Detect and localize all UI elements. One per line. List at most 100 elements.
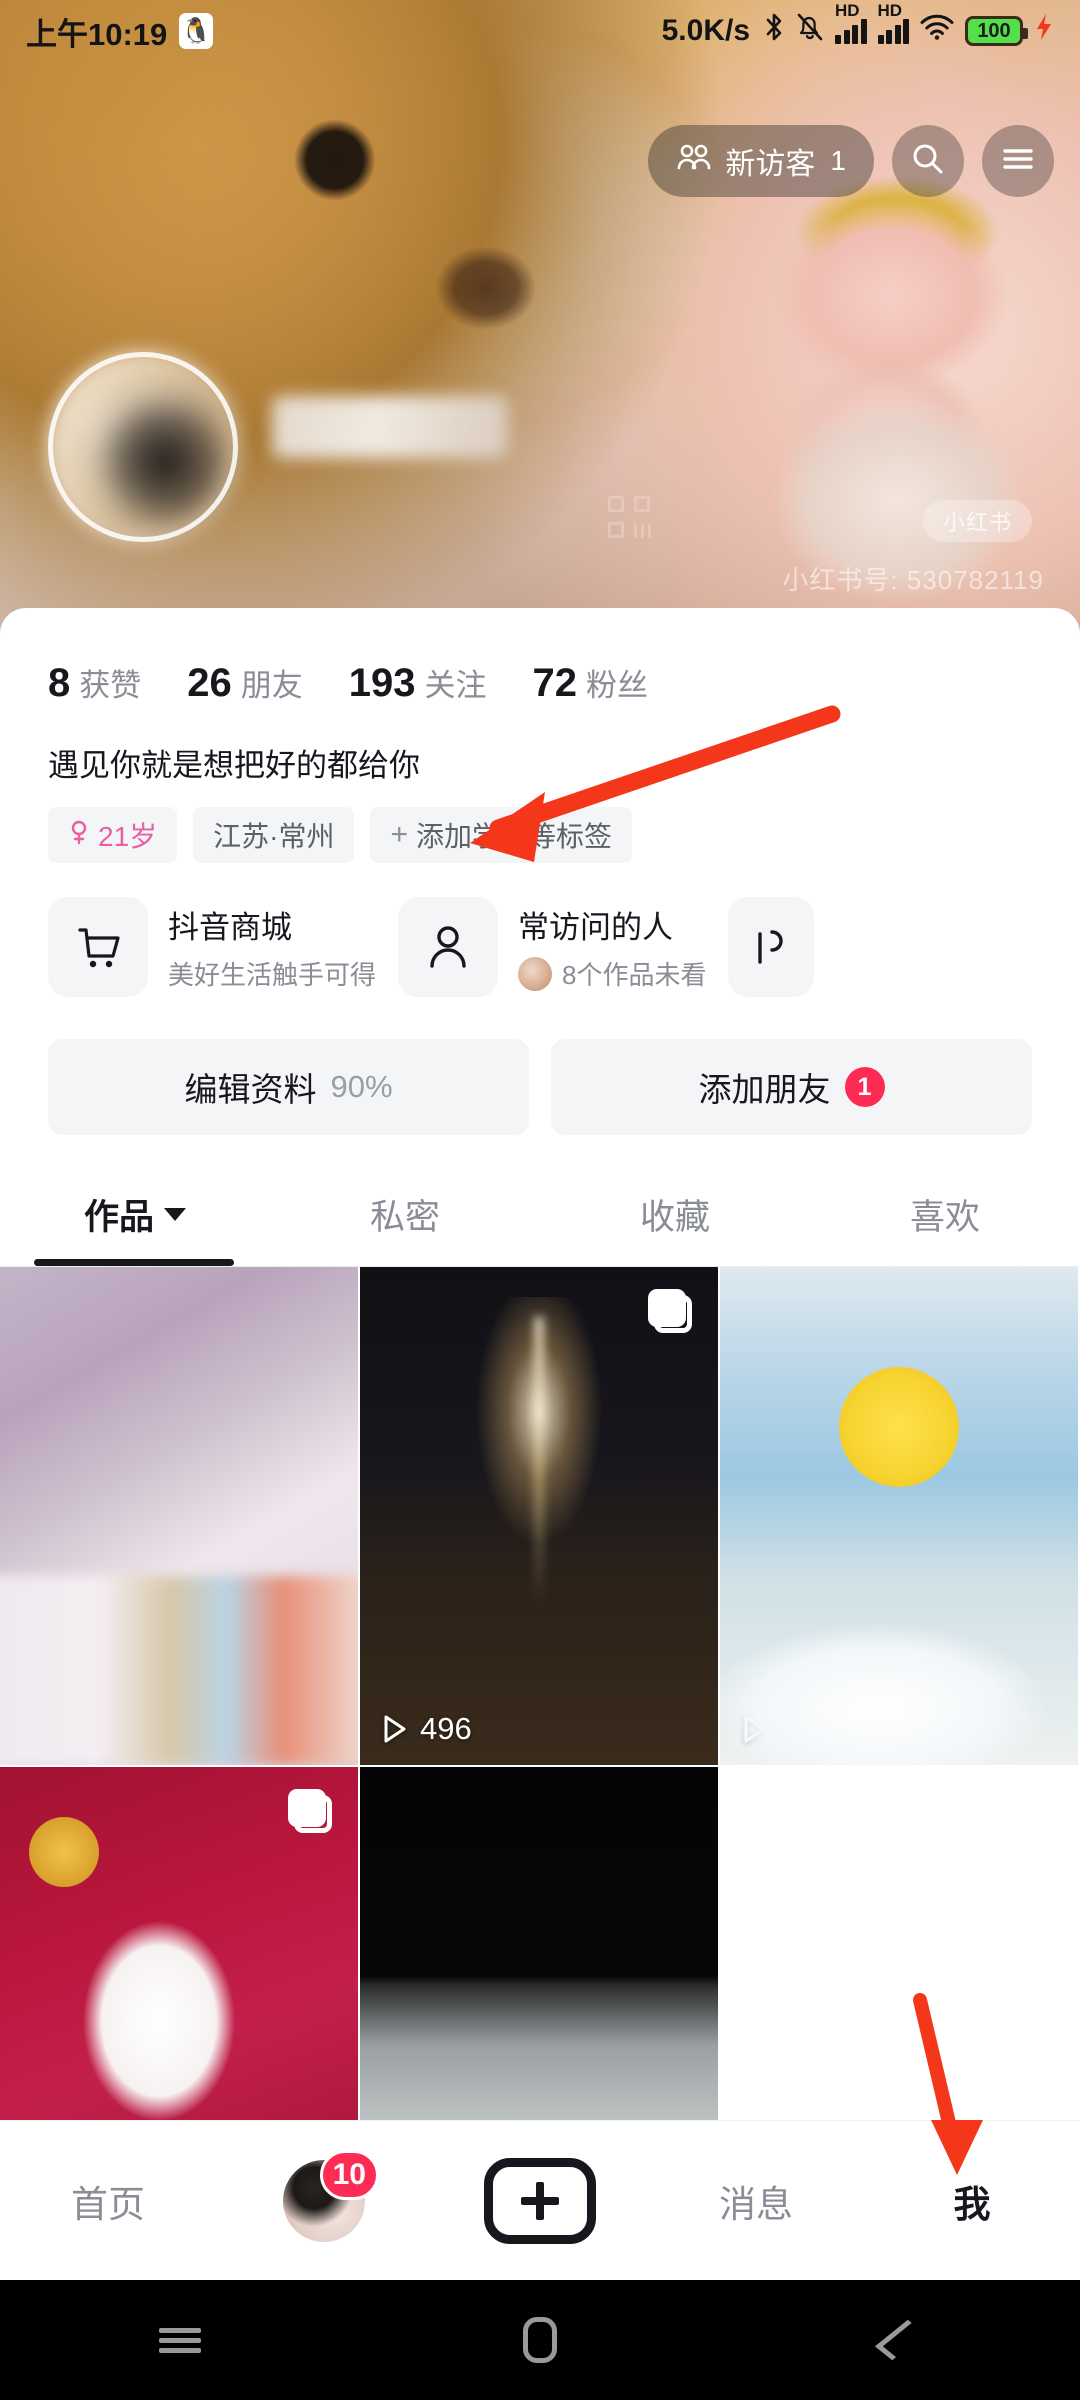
card-frequent-visitors-subtitle-row: 8个作品未看 [518,955,706,992]
tab-favorites-label: 收藏 [639,1198,710,1237]
video-play-count-1-value: 111 [60,1711,108,1746]
username-blurred [272,396,508,458]
tag-add-school[interactable]: + 添加学校等标签 [370,807,633,863]
profile-sheet: 8 获赞 26 朋友 193 关注 72 粉丝 遇见你就是想把好的都给你 21岁… [0,608,1080,2267]
android-navigation-bar [0,2280,1080,2400]
nav-item-home[interactable]: 首页 [0,2174,216,2228]
video-grid: 111 496 62 [0,1267,1080,2267]
stat-friends-value: 26 [187,661,232,705]
album-stack-icon-2 [648,1289,692,1333]
nav-item-create[interactable] [432,2157,648,2244]
signal-2: HD [877,1,909,44]
cover-header-actions: 新访客 1 [648,125,1054,197]
card-partial-next[interactable] [728,897,815,997]
status-bar-left: 上午10:19 🐧 [26,9,214,54]
card-frequent-visitors-text: 常访问的人 8个作品未看 [518,902,706,992]
android-back-button[interactable] [840,2280,960,2400]
profile-bio[interactable]: 遇见你就是想把好的都给你 [0,706,1080,785]
profile-action-buttons: 编辑资料 90% 添加朋友 1 [0,997,1080,1135]
tag-add-school-label: 添加学校等标签 [416,821,613,852]
card-frequent-visitors-title: 常访问的人 [518,910,674,945]
status-bar-right: 5.0K/s HD HD 100 [662,1,1054,50]
menu-button[interactable] [982,125,1054,197]
tag-age-label: 21岁 [98,821,158,852]
avatar-ring [48,352,238,542]
home-icon [523,2317,557,2363]
add-friend-button[interactable]: 添加朋友 1 [551,1039,1032,1135]
tab-favorites[interactable]: 收藏 [540,1189,810,1266]
stat-likes[interactable]: 8 获赞 [48,660,141,706]
partial-card-icon [728,897,815,997]
search-button[interactable] [892,125,964,197]
android-recents-button[interactable] [120,2280,240,2400]
stat-following-label: 关注 [424,668,487,703]
new-visitors-button[interactable]: 新访客 1 [648,125,874,197]
card-frequent-visitors[interactable]: 常访问的人 8个作品未看 [398,897,706,997]
profile-cover-photo[interactable]: 小红书 小红书号: 530782119 [0,0,1080,640]
card-frequent-visitors-subtitle: 8个作品未看 [562,960,707,990]
stat-followers-value: 72 [532,661,578,705]
nav-item-messages[interactable]: 消息 [648,2174,864,2228]
video-cell-2[interactable]: 496 [360,1267,720,1767]
nav-friends-badge: 10 [319,2149,379,2200]
stat-likes-value: 8 [48,661,71,705]
bluetooth-icon [763,12,785,50]
card-douyin-mall-title: 抖音商城 [168,910,292,945]
nav-item-home-label: 首页 [71,2183,145,2225]
battery-level: 100 [977,19,1011,42]
watermark-badge: 小红书 [922,500,1032,542]
status-bar: 上午10:19 🐧 5.0K/s HD HD 100 [0,0,1080,62]
phone-screen: 小红书 小红书号: 530782119 新访客 1 上午10:19 🐧 5.0K… [0,0,1080,2400]
nav-item-me[interactable]: 我 [864,2174,1080,2228]
nav-item-messages-label: 消息 [719,2183,793,2225]
visitors-icon [676,143,712,179]
female-gender-icon [68,819,90,852]
add-friend-label: 添加朋友 [698,1071,831,1108]
stat-following[interactable]: 193 关注 [349,660,487,706]
penguin-icon: 🐧 [179,13,214,49]
stat-following-value: 193 [348,661,416,705]
video-cell-3[interactable]: 62 [720,1267,1080,1767]
chevron-down-icon[interactable] [164,1208,186,1221]
edit-profile-button[interactable]: 编辑资料 90% [48,1039,529,1135]
android-home-button[interactable] [480,2280,600,2400]
nav-friends-avatar: 10 [283,2149,379,2242]
stat-followers-label: 粉丝 [586,668,648,703]
card-douyin-mall[interactable]: 抖音商城 美好生活触手可得 [48,897,376,997]
mute-bell-icon [796,12,824,50]
profile-stats-row: 8 获赞 26 朋友 193 关注 72 粉丝 [0,608,1080,706]
wifi-icon [920,13,954,49]
tab-private[interactable]: 私密 [270,1189,540,1266]
hamburger-menu-icon [1000,145,1036,178]
edit-profile-label: 编辑资料 [184,1071,317,1108]
video-play-count-3-value: 62 [780,1711,815,1746]
tab-liked[interactable]: 喜欢 [810,1189,1080,1266]
cover-decor-pig-body [738,400,1058,640]
status-time: 上午10:19 [26,16,168,52]
stat-friends[interactable]: 26 朋友 [187,660,303,706]
tab-works-label: 作品 [83,1198,154,1237]
profile-entry-cards: 抖音商城 美好生活触手可得 常访问的人 8个作品未看 [0,863,1080,997]
card-mini-avatar [518,956,553,991]
video-cell-1[interactable]: 111 [0,1267,360,1767]
tag-location-label: 江苏·常州 [213,821,335,852]
person-icon [398,897,499,997]
album-stack-icon-4 [288,1789,332,1833]
tag-age[interactable]: 21岁 [48,807,178,863]
video-play-count-3: 62 [742,1711,814,1747]
tab-active-underline [34,1259,234,1266]
battery-icon: 100 [965,16,1028,46]
card-douyin-mall-text: 抖音商城 美好生活触手可得 [168,902,376,992]
stat-followers[interactable]: 72 粉丝 [533,660,649,706]
tab-works[interactable]: 作品 [0,1189,270,1266]
search-icon [910,141,946,182]
content-tabs: 作品 私密 收藏 喜欢 [0,1189,1080,1266]
add-friend-badge: 1 [844,1067,885,1107]
card-douyin-mall-subtitle: 美好生活触手可得 [168,960,377,990]
video-play-count-2-value: 496 [420,1711,472,1746]
back-icon [874,2319,926,2361]
profile-tags-row: 21岁 江苏·常州 + 添加学校等标签 [0,785,1080,863]
tag-location[interactable]: 江苏·常州 [193,807,355,863]
video-play-count-2: 496 [382,1711,472,1747]
nav-item-friends[interactable]: 10 [216,2149,432,2242]
